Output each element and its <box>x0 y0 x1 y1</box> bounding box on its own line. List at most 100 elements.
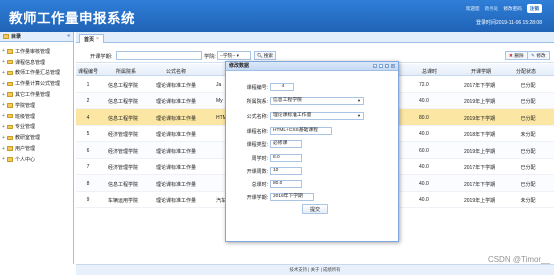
cell-course-no: 9 <box>86 197 90 203</box>
cell-total: 40.0 <box>419 164 429 170</box>
cell-term: 2017年下学期 <box>464 82 496 89</box>
sidebar-item-label: 工作量审核管理 <box>15 48 51 55</box>
college-field-value: 信息工程学院 <box>273 98 302 103</box>
cell-formula: 理论课标准工作量 <box>156 82 197 89</box>
submit-button[interactable]: 提交 <box>302 204 328 214</box>
tab-label: 首页 <box>84 36 95 43</box>
course-type-field[interactable]: 必修课 <box>270 140 302 148</box>
user-links: 欢迎您 教务处 修改密码 注销 <box>466 4 542 13</box>
sidebar-item-label: 个人中心 <box>15 156 36 163</box>
cell-term: 2017年下学期 <box>464 165 496 171</box>
folder-icon <box>7 49 13 54</box>
sidebar-item-class[interactable]: + 班级管理 <box>0 111 73 122</box>
header-formula[interactable]: 公式名称 <box>166 68 186 75</box>
search-button[interactable]: 🔍︎ 搜索 <box>254 51 276 60</box>
formula-field-value: 理论课标准工作量 <box>273 113 312 118</box>
header-course-no[interactable]: 课程编号 <box>78 68 98 75</box>
weeks-label: 开课周数: <box>246 169 268 175</box>
cell-formula: 理论课标准工作量 <box>156 132 197 138</box>
sidebar-title: 目录 <box>11 34 22 40</box>
sidebar-item-workload-summary[interactable]: + 教师工作量汇总管理 <box>0 68 73 79</box>
maximize-icon[interactable]: □ <box>384 63 389 68</box>
cell-college: 信息工程学院 <box>108 82 139 89</box>
sidebar-item-formula[interactable]: + 工作量计算公式管理 <box>0 78 73 89</box>
cell-college: 经济管理学院 <box>108 132 139 138</box>
course-no-label: 课程编号: <box>246 85 268 91</box>
cell-college: 信息工程学院 <box>108 99 139 105</box>
sidebar-item-major[interactable]: + 专业管理 <box>0 122 73 133</box>
cell-course-no: 1 <box>86 81 90 88</box>
course-name-field[interactable]: HTML+CSS基础课程 <box>270 127 332 135</box>
course-no-field[interactable]: 4 <box>270 83 294 91</box>
folder-icon <box>7 59 13 65</box>
collapse-icon[interactable]: « <box>67 33 70 39</box>
sidebar-item-workload-review[interactable]: + 工作量审核管理 <box>0 46 73 57</box>
delete-icon: ✖ <box>509 52 513 58</box>
sidebar-item-users[interactable]: + 用户管理 <box>0 143 73 154</box>
cell-formula: 理论课标准工作量 <box>156 148 197 155</box>
cell-total: 40.0 <box>419 197 429 203</box>
edit-dialog: 修改数据 – _ □ × 课程编号: 4 所属院系: 信息工程学院 ▼ 公式名称:… <box>225 61 399 242</box>
cell-term: 2018年下学期 <box>464 132 496 138</box>
cell-total: 72.0 <box>419 81 429 88</box>
header-total[interactable]: 总课时 <box>422 68 437 75</box>
formula-field[interactable]: 理论课标准工作量 ▼ <box>270 112 364 120</box>
logout-button[interactable]: 注销 <box>526 4 542 13</box>
course-type-label: 课程类型: <box>246 142 268 148</box>
cell-total: 40.0 <box>419 131 429 137</box>
cell-term: 2019年下学期 <box>464 115 496 122</box>
minimize-icon[interactable]: _ <box>378 63 383 68</box>
cell-college: 经济管理学院 <box>108 165 139 171</box>
cell-term: 2019年上学期 <box>464 99 496 105</box>
chevron-down-icon: ▼ <box>357 113 361 118</box>
cell-formula: 理论课标准工作量 <box>156 99 197 105</box>
sidebar-item-college[interactable]: + 学院管理 <box>0 100 73 111</box>
close-icon[interactable]: × <box>390 63 395 68</box>
header-college[interactable]: 所属院系 <box>116 68 136 75</box>
dialog-titlebar[interactable]: 修改数据 – _ □ × <box>226 62 398 71</box>
edit-button-label: 修改 <box>536 52 546 58</box>
formula-label: 公式名称: <box>246 114 268 120</box>
cell-formula: 理论课标准工作量 <box>156 115 197 122</box>
collapse-icon[interactable]: – <box>372 63 377 68</box>
college-label: 学院: <box>204 54 216 60</box>
folder-icon <box>7 92 13 97</box>
college-select[interactable]: --学院-- ▾ <box>217 51 251 60</box>
cell-college: 信息工程学院 <box>108 181 139 188</box>
sidebar-item-label: 用户管理 <box>15 146 36 153</box>
header-term[interactable]: 开课学期 <box>471 68 491 75</box>
folder-icon <box>7 157 13 162</box>
weeks-field[interactable]: 10 <box>270 167 302 175</box>
sidebar-item-course-info[interactable]: + 课程信息管理 <box>0 57 73 68</box>
folder-icon <box>7 103 13 108</box>
header-status[interactable]: 分配状态 <box>516 68 536 75</box>
cell-status: 已分配 <box>520 82 536 89</box>
sidebar-item-other-workload[interactable]: + 其它工作量管理 <box>0 89 73 100</box>
change-password-link[interactable]: 修改密码 <box>503 6 521 12</box>
sidebar-item-profile[interactable]: + 个人中心 <box>0 154 73 165</box>
term-field[interactable]: 2019年下学期 <box>270 193 314 201</box>
cell-term: 2017年下学期 <box>464 181 496 188</box>
term-label: 开课学期: <box>246 195 268 201</box>
total-hours-field[interactable]: 80.0 <box>270 180 302 188</box>
weekly-hours-field[interactable]: 8.0 <box>270 154 302 162</box>
cell-status: 未分配 <box>520 198 536 204</box>
dialog-controls: – _ □ × <box>372 63 395 68</box>
sidebar-item-teaching-office[interactable]: + 教研室管理 <box>0 132 73 143</box>
term-input[interactable] <box>116 51 202 60</box>
close-icon[interactable]: × <box>96 36 99 42</box>
delete-button[interactable]: ✖ 删除 <box>505 51 528 60</box>
cell-college: 经济管理学院 <box>108 148 139 155</box>
sidebar-item-label: 专业管理 <box>15 124 36 131</box>
edit-button[interactable]: ✎ 修改 <box>527 51 550 60</box>
cell-total: 80.0 <box>419 114 429 121</box>
app-title: 教师工作量申报系统 <box>9 11 135 26</box>
cell-status: 已分配 <box>520 165 536 171</box>
cell-formula: 理论课标准工作量 <box>156 198 197 204</box>
college-field[interactable]: 信息工程学院 ▼ <box>270 97 364 105</box>
cell-college: 信息工程学院 <box>108 115 139 122</box>
sidebar-item-label: 教师工作量汇总管理 <box>15 70 61 77</box>
tab-home[interactable]: 首页 × <box>79 34 104 43</box>
cell-status: 已分配 <box>520 99 536 105</box>
sidebar-item-label: 班级管理 <box>15 113 36 120</box>
